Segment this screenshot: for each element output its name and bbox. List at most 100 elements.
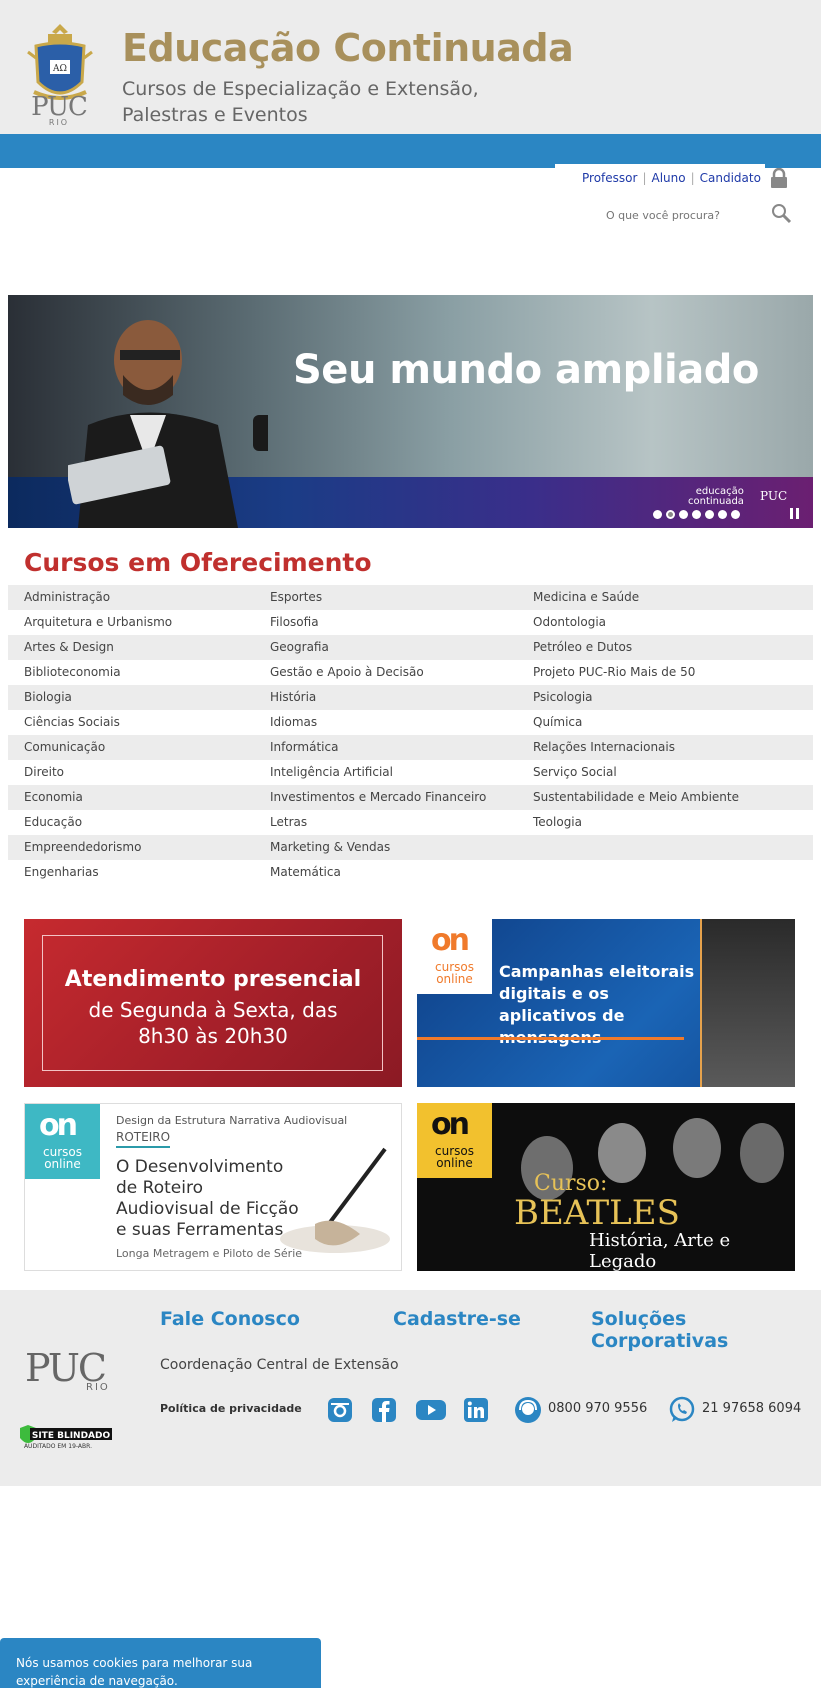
carousel-dot[interactable] (705, 510, 714, 519)
banner-atendimento[interactable]: Atendimento presencial de Segunda à Sext… (24, 919, 402, 1087)
banner-beatles[interactable]: on cursos online Curso: BEATLES História… (417, 1103, 795, 1271)
hero-person-image (68, 320, 268, 528)
phone-number-whatsapp[interactable]: 21 97658 6094 (702, 1401, 801, 1416)
course-link[interactable]: Sustentabilidade e Meio Ambiente (533, 785, 813, 810)
banner-atendimento-line2: 8h30 às 20h30 (138, 1024, 288, 1048)
course-link[interactable]: Comunicação (8, 735, 270, 760)
course-link[interactable]: Serviço Social (533, 760, 813, 785)
course-link[interactable]: Biologia (8, 685, 270, 710)
whatsapp-icon[interactable] (668, 1396, 696, 1424)
banner-beatles-name: BEATLES (514, 1193, 680, 1233)
phone-number-support[interactable]: 0800 970 9556 (548, 1401, 647, 1416)
courses-title: Cursos em Oferecimento (24, 548, 372, 577)
course-row: Biblioteconomia Gestão e Apoio à Decisão P… (8, 660, 813, 685)
fale-conosco-link[interactable]: Fale Conosco (160, 1308, 300, 1330)
course-link[interactable]: Economia (8, 785, 270, 810)
on-logo-text: cursos online (435, 1144, 474, 1170)
site-blindado-badge[interactable]: SITE BLINDADO AUDITADO EM 19-ABR. (18, 1424, 114, 1450)
aluno-link[interactable]: Aluno (651, 171, 685, 185)
site-title[interactable]: Educação Continuada (122, 26, 574, 70)
course-row: Engenharias Matemática (8, 860, 813, 885)
professor-link[interactable]: Professor (582, 171, 637, 185)
course-link[interactable]: Artes & Design (8, 635, 270, 660)
hero-brand-puc: PUC (760, 489, 788, 503)
solucoes-corporativas-link[interactable]: Soluções Corporativas (591, 1308, 821, 1352)
banner-atendimento-subtitle: de Segunda à Sexta, das 8h30 às 20h30 (24, 997, 402, 1049)
course-link[interactable]: Direito (8, 760, 270, 785)
carousel-dot[interactable] (666, 510, 675, 519)
instagram-icon[interactable] (327, 1397, 353, 1423)
hero-carousel[interactable]: Seu mundo ampliado educação continuada P… (8, 295, 813, 528)
banner-roteiro-small: Design da Estrutura Narrativa Audiovisua… (116, 1114, 348, 1127)
svg-text:AΩ: AΩ (52, 64, 67, 74)
course-link[interactable]: Informática (270, 735, 533, 760)
course-link[interactable]: Arquitetura e Urbanismo (8, 610, 270, 635)
cadastre-se-link[interactable]: Cadastre-se (393, 1308, 521, 1330)
banner-divider (417, 1037, 684, 1040)
carousel-dot[interactable] (731, 510, 740, 519)
course-link[interactable]: Idiomas (270, 710, 533, 735)
course-link[interactable]: Petróleo e Dutos (533, 635, 813, 660)
banner-atendimento-line1: de Segunda à Sexta, das (88, 998, 338, 1022)
course-link[interactable]: Biblioteconomia (8, 660, 270, 685)
on-logo-text: cursos online (435, 960, 474, 986)
on-logo-text: cursos online (43, 1145, 82, 1171)
course-link[interactable]: Odontologia (533, 610, 813, 635)
course-link (533, 835, 813, 860)
course-row: Artes & Design Geografia Petróleo e Dutos (8, 635, 813, 660)
coordenacao-text: Coordenação Central de Extensão (160, 1357, 399, 1373)
course-link[interactable]: Filosofia (270, 610, 533, 635)
search-icon[interactable] (770, 202, 792, 224)
course-link[interactable]: Química (533, 710, 813, 735)
separator: | (642, 171, 647, 185)
course-link[interactable]: Engenharias (8, 860, 270, 885)
privacy-link[interactable]: Política de privacidade (160, 1402, 302, 1415)
course-link[interactable]: Empreendedorismo (8, 835, 270, 860)
course-link (533, 860, 813, 885)
carousel-dot[interactable] (653, 510, 662, 519)
on-logo: on (431, 1107, 470, 1142)
pause-icon[interactable] (790, 508, 800, 519)
shield-subtitle: AUDITADO EM 19-ABR. (24, 1443, 92, 1450)
course-link[interactable]: Letras (270, 810, 533, 835)
course-link[interactable]: Educação (8, 810, 270, 835)
course-link[interactable]: Gestão e Apoio à Decisão (270, 660, 533, 685)
cookie-banner[interactable]: Nós usamos cookies para melhorar sua exp… (0, 1638, 321, 1688)
course-row: Ciências Sociais Idiomas Química (8, 710, 813, 735)
facebook-icon[interactable] (371, 1397, 397, 1423)
site-header: AΩ PUC RIO Educação Continuada Cursos de… (0, 0, 821, 134)
course-link[interactable]: Matemática (270, 860, 533, 885)
course-link[interactable]: Teologia (533, 810, 813, 835)
carousel-dot[interactable] (692, 510, 701, 519)
course-link[interactable]: Inteligência Artificial (270, 760, 533, 785)
headset-support-icon[interactable] (514, 1396, 542, 1424)
candidato-link[interactable]: Candidato (700, 171, 761, 185)
on-logo: on (39, 1108, 78, 1143)
course-link[interactable]: Projeto PUC-Rio Mais de 50 (533, 660, 813, 685)
course-link[interactable]: Ciências Sociais (8, 710, 270, 735)
course-row: Empreendedorismo Marketing & Vendas (8, 835, 813, 860)
banner-roteiro-footnote: Longa Metragem e Piloto de Série (116, 1247, 303, 1260)
carousel-dot[interactable] (718, 510, 727, 519)
banner-roteiro[interactable]: on cursos online Design da Estrutura Nar… (24, 1103, 402, 1271)
courses-table: Administração Esportes Medicina e Saúde Arq… (8, 585, 813, 885)
course-link[interactable]: Esportes (270, 585, 533, 610)
course-link[interactable]: Geografia (270, 635, 533, 660)
course-link[interactable]: Administração (8, 585, 270, 610)
site-subtitle: Cursos de Especialização e Extensão, Pal… (122, 78, 479, 126)
linkedin-icon[interactable] (463, 1397, 489, 1423)
phone-hand-image (700, 919, 795, 1087)
banner-campanhas[interactable]: on cursos online Campanhas eleitorais di… (417, 919, 795, 1087)
course-link[interactable]: Relações Internacionais (533, 735, 813, 760)
course-link[interactable]: Psicologia (533, 685, 813, 710)
lock-icon[interactable] (770, 168, 788, 188)
course-row: Administração Esportes Medicina e Saúde (8, 585, 813, 610)
search-input[interactable] (580, 205, 720, 225)
carousel-dot[interactable] (679, 510, 688, 519)
course-link[interactable]: Investimentos e Mercado Financeiro (270, 785, 533, 810)
course-link[interactable]: Medicina e Saúde (533, 585, 813, 610)
course-link[interactable]: História (270, 685, 533, 710)
youtube-icon[interactable] (415, 1397, 447, 1423)
hero-brand-line2: continuada (688, 496, 744, 507)
course-link[interactable]: Marketing & Vendas (270, 835, 533, 860)
